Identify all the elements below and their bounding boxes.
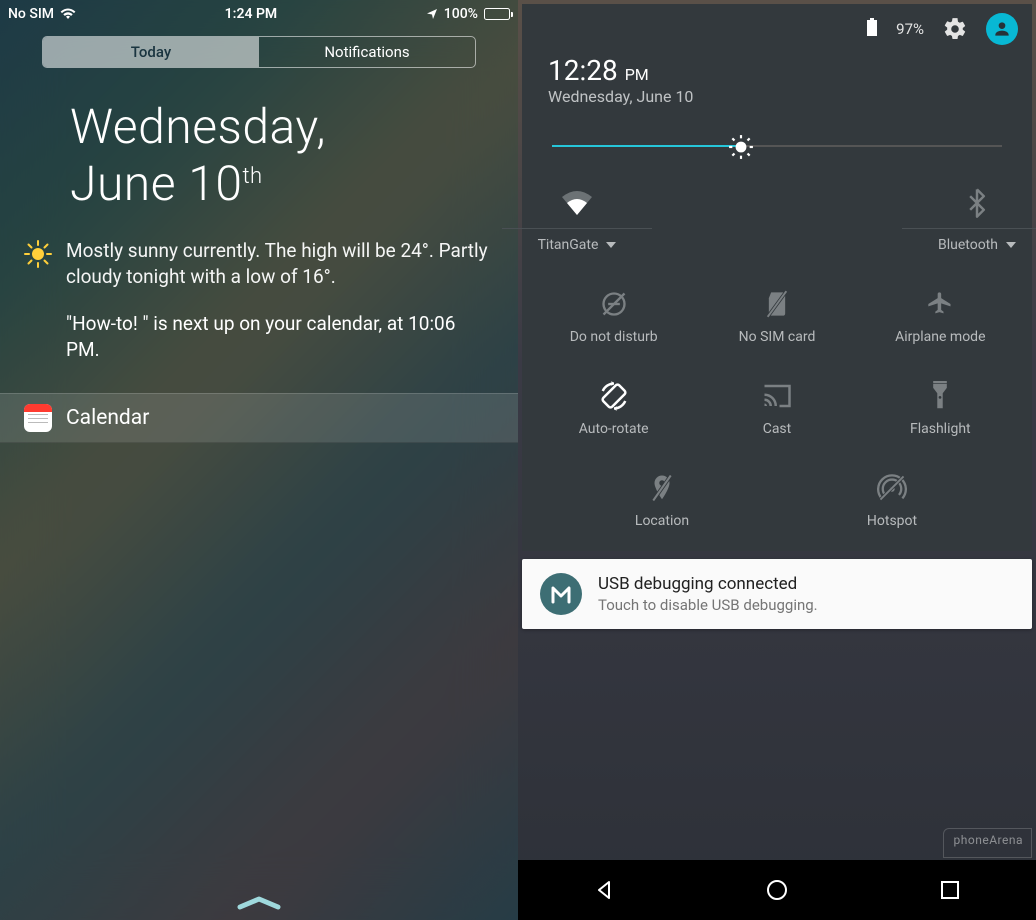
- qs-sim-label: No SIM card: [739, 329, 816, 345]
- airplane-icon: [926, 287, 954, 321]
- brightness-thumb-icon[interactable]: [728, 134, 754, 164]
- month-day-label: June 10th: [70, 155, 488, 212]
- android-m-icon: [540, 573, 582, 615]
- ios-today-view: No SIM 1:24 PM 100% Today Notifications: [0, 0, 518, 920]
- carrier-label: No SIM: [8, 6, 54, 22]
- nav-home-button[interactable]: [747, 877, 807, 903]
- qs-rotate[interactable]: Auto-rotate: [539, 371, 689, 453]
- qs-bluetooth-label: Bluetooth: [938, 237, 998, 253]
- qs-cast[interactable]: Cast: [702, 371, 852, 453]
- wifi-icon: [561, 186, 593, 220]
- qs-location[interactable]: Location: [587, 463, 737, 545]
- calendar-widget-label: Calendar: [66, 406, 149, 430]
- tab-today[interactable]: Today: [43, 37, 259, 67]
- panel-status-row: 97%: [522, 4, 1032, 44]
- qs-cast-label: Cast: [763, 421, 792, 437]
- qs-hotspot-label: Hotspot: [867, 513, 917, 529]
- battery-percent: 97%: [896, 20, 924, 38]
- auto-rotate-icon: [599, 379, 629, 413]
- qs-hotspot[interactable]: Hotspot: [817, 463, 967, 545]
- ios-status-bar: No SIM 1:24 PM 100%: [0, 0, 518, 24]
- calendar-icon: [24, 404, 52, 432]
- clock-time: 12:28: [548, 54, 618, 87]
- qs-bluetooth[interactable]: Bluetooth: [867, 178, 1036, 269]
- notification-usb-debugging[interactable]: USB debugging connected Touch to disable…: [522, 559, 1032, 629]
- qs-flashlight-label: Flashlight: [910, 421, 971, 437]
- notification-title: USB debugging connected: [598, 574, 818, 594]
- user-avatar-icon[interactable]: [986, 13, 1018, 45]
- segmented-control: Today Notifications: [42, 36, 476, 68]
- nav-back-button[interactable]: [574, 878, 634, 902]
- next-event-text: "How-to! " is next up on your calendar, …: [66, 311, 488, 362]
- location-icon: [426, 8, 438, 20]
- qs-dnd[interactable]: Do not disturb: [539, 279, 689, 361]
- no-sim-icon: [766, 287, 788, 321]
- weather-summary: Mostly sunny currently. The high will be…: [24, 238, 488, 289]
- qs-airplane[interactable]: Airplane mode: [865, 279, 1015, 361]
- sun-icon: [24, 240, 52, 289]
- calendar-widget-header[interactable]: Calendar: [0, 393, 518, 443]
- date-heading: Wednesday, June 10th: [70, 98, 488, 212]
- brightness-slider[interactable]: [552, 134, 1002, 158]
- cast-icon: [762, 379, 792, 413]
- nav-recents-button[interactable]: [920, 879, 980, 901]
- wifi-icon: [60, 8, 76, 20]
- chevron-down-icon[interactable]: [606, 242, 616, 248]
- location-off-icon: [650, 471, 674, 505]
- bluetooth-icon: [967, 186, 987, 220]
- panel-datetime[interactable]: 12:28 PM Wednesday, June 10: [522, 44, 1032, 106]
- chevron-down-icon[interactable]: [1006, 242, 1016, 248]
- pull-up-handle-icon[interactable]: [236, 894, 282, 916]
- clock-ampm: PM: [625, 65, 649, 84]
- settings-icon[interactable]: [942, 16, 968, 42]
- flashlight-icon: [930, 379, 950, 413]
- qs-flashlight[interactable]: Flashlight: [865, 371, 1015, 453]
- qs-wifi-label: TitanGate: [538, 237, 599, 253]
- qs-rotate-label: Auto-rotate: [579, 421, 649, 437]
- weekday-label: Wednesday,: [70, 98, 488, 155]
- qs-dnd-label: Do not disturb: [570, 329, 658, 345]
- notification-subtitle: Touch to disable USB debugging.: [598, 596, 818, 614]
- date-label: Wednesday, June 10: [548, 87, 1032, 106]
- battery-icon: [484, 8, 510, 20]
- qs-sim[interactable]: No SIM card: [702, 279, 852, 361]
- qs-location-label: Location: [635, 513, 689, 529]
- tab-notifications[interactable]: Notifications: [259, 37, 475, 67]
- battery-icon: [866, 18, 878, 40]
- android-quick-settings: 97% 12:28 PM Wednesday, June 10: [518, 0, 1036, 920]
- quick-settings-panel: 97% 12:28 PM Wednesday, June 10: [522, 4, 1032, 551]
- qs-airplane-label: Airplane mode: [895, 329, 985, 345]
- hotspot-off-icon: [877, 471, 907, 505]
- qs-wifi[interactable]: TitanGate: [467, 178, 687, 269]
- battery-percent: 100%: [444, 6, 478, 22]
- dnd-off-icon: [600, 287, 628, 321]
- weather-text: Mostly sunny currently. The high will be…: [66, 238, 488, 289]
- android-nav-bar: [518, 860, 1036, 920]
- status-time: 1:24 PM: [225, 6, 278, 22]
